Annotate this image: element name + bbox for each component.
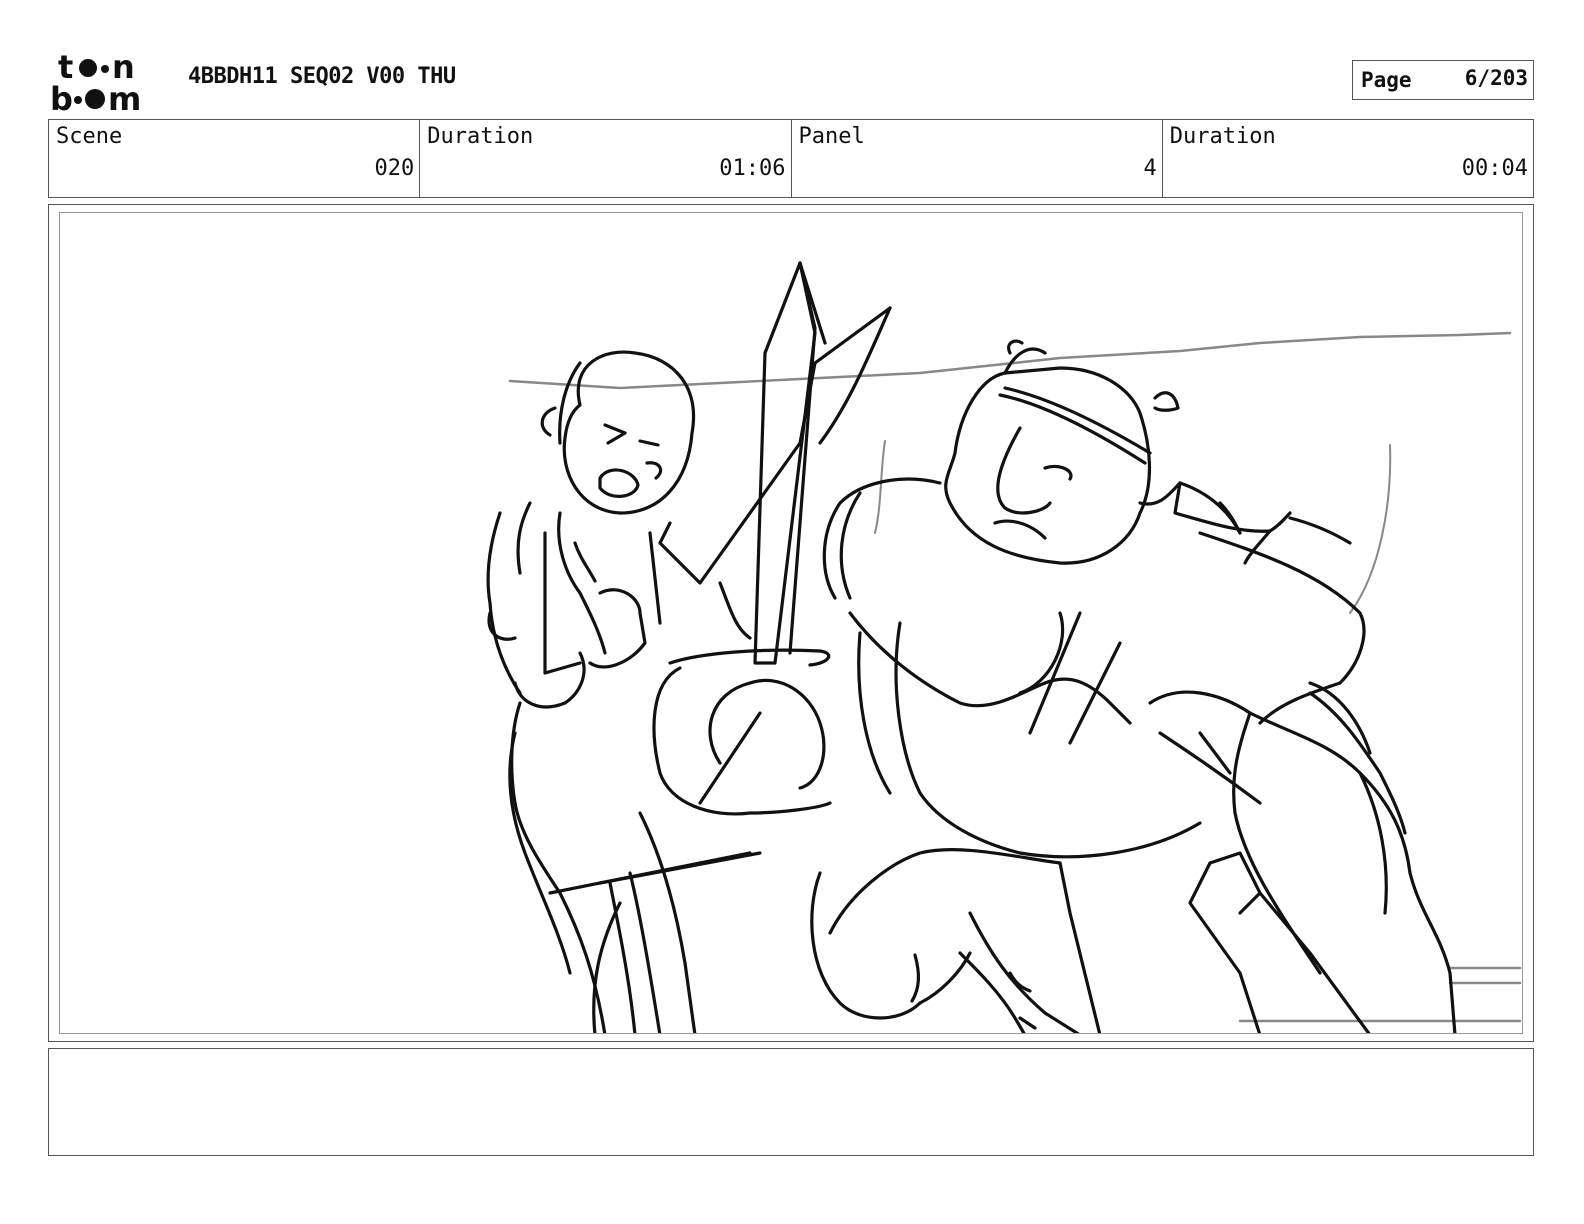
scene-info-row: Scene 020 Duration 01:06 Panel 4 Duratio… [48,119,1534,198]
panel-notes-area [48,1048,1534,1156]
panel-value: 4 [1143,156,1157,181]
storyboard-sketch-icon [486,261,1522,1033]
svg-text:m: m [108,80,141,114]
panel-duration-label: Duration [1169,124,1276,149]
panel-duration-cell: Duration 00:04 [1163,120,1533,197]
svg-text:b: b [50,80,73,114]
panel-duration-value: 00:04 [1461,156,1528,181]
scene-duration-value: 01:06 [719,156,786,181]
page-value: 6/203 [1464,66,1528,90]
panel-label: Panel [798,124,865,149]
scene-duration-label: Duration [427,124,534,149]
document-title: 4BBDH11 SEQ02 V00 THU [188,64,456,89]
panel-image [59,212,1523,1034]
toonboom-logo: t n b m [50,48,166,118]
page-counter: Page 6/203 [1352,60,1534,100]
scene-duration-cell: Duration 01:06 [420,120,792,197]
scene-value: 020 [374,156,415,181]
panel-frame [48,204,1534,1042]
scene-cell: Scene 020 [49,120,421,197]
page-label: Page [1361,68,1412,92]
scene-label: Scene [56,124,123,149]
panel-cell: Panel 4 [792,120,1163,197]
